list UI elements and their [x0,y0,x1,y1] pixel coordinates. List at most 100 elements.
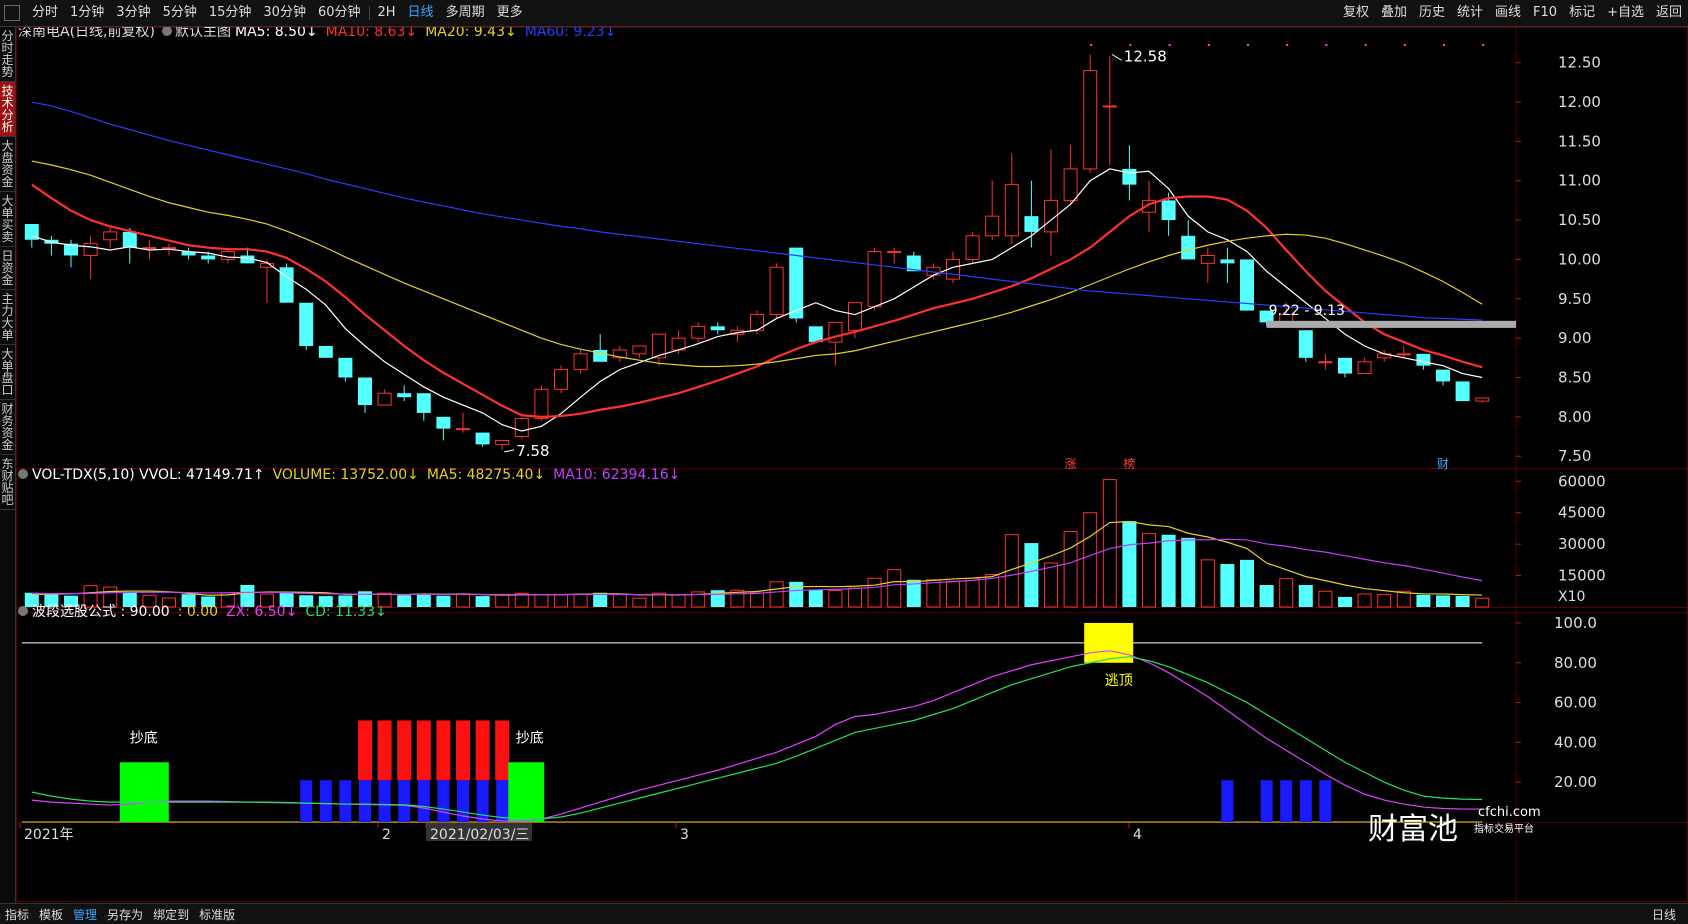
candle[interactable] [279,263,294,303]
period-tab[interactable]: 60分钟 [312,0,367,26]
candle[interactable] [652,333,666,366]
candle[interactable] [1200,247,1215,284]
candle[interactable] [1004,153,1019,244]
toolbar-action-button[interactable]: 叠加 [1375,0,1413,26]
candle[interactable] [1063,145,1078,205]
candle[interactable] [416,393,431,421]
candle[interactable] [1357,357,1372,375]
toolbar-action-button[interactable]: 统计 [1451,0,1489,26]
period-tab[interactable]: 5分钟 [157,0,203,26]
candle[interactable] [612,346,627,362]
candle-body [1063,168,1078,201]
candle[interactable] [1044,149,1058,256]
candle[interactable] [1338,357,1352,378]
bottom-tab[interactable]: 模板 [34,906,68,923]
x-axis-label: 2021/02/03/三 [430,827,529,843]
toolbar-action-button[interactable]: 历史 [1413,0,1451,26]
template-menu-icon[interactable] [162,27,172,36]
period-tab[interactable]: 多周期 [440,0,491,26]
bottom-tab[interactable]: 另存为 [102,906,148,923]
candle[interactable] [887,247,902,264]
signal-bar-red [358,720,372,781]
candle[interactable] [1220,247,1235,284]
period-tab[interactable]: 日线 [402,0,440,26]
candle[interactable] [514,416,529,439]
candle[interactable] [318,346,333,358]
candle[interactable] [299,302,314,350]
bottom-tab[interactable]: 指标 [0,906,34,923]
candle[interactable] [377,389,392,406]
candle[interactable] [495,439,510,450]
candle[interactable] [554,365,568,394]
volume-bar [1181,537,1196,607]
period-tab[interactable]: 更多 [491,0,529,26]
candle[interactable] [691,322,706,343]
toolbar-action-button[interactable]: 标记 [1563,0,1601,26]
volume-bar [1122,521,1137,607]
candle[interactable] [828,321,843,366]
candle[interactable] [867,247,882,311]
candle[interactable] [1318,353,1333,370]
candle[interactable] [338,357,353,382]
bottom-tab[interactable]: 标准版 [194,906,240,923]
volume-menu-icon[interactable] [18,469,28,479]
sidebar-tab[interactable]: 大盘资金 [0,137,15,192]
kline-chart[interactable]: 9.22 - 9.13 12.58 7.58 涨 榜 财 抄底 抄底 逃顶 12.50 12.0… [16,27,1688,902]
sidebar-tab[interactable]: 技术分析 [0,82,15,137]
candle[interactable] [1298,330,1313,362]
period-tab[interactable]: 30分钟 [257,0,312,26]
period-tab[interactable]: 15分钟 [203,0,258,26]
candle[interactable] [710,322,725,335]
candle-body [691,325,706,339]
toolbar-action-button[interactable]: +自选 [1601,0,1650,26]
candle[interactable] [730,326,745,343]
candle[interactable] [632,345,647,358]
candle[interactable] [103,227,118,248]
candle[interactable] [985,180,1000,240]
bottom-tab[interactable]: 管理 [68,906,102,923]
sidebar-tab[interactable]: 分时走势 [0,27,15,82]
candle-body [1102,105,1117,108]
candle[interactable] [456,412,470,433]
toolbar-action-button[interactable]: 画线 [1489,0,1527,26]
candle[interactable] [1102,56,1117,165]
candle[interactable] [1396,346,1411,358]
candle[interactable] [1024,180,1039,248]
toolbar-action-button[interactable]: F10 [1527,0,1563,26]
grid-icon[interactable] [4,5,20,21]
sidebar-tab[interactable]: 大单盘口 [0,345,15,400]
candle[interactable] [83,235,98,280]
candle[interactable] [436,416,451,441]
candle[interactable] [181,247,196,260]
candle[interactable] [1455,381,1470,402]
sidebar-tab[interactable]: 财务资金 [0,400,15,455]
bottom-tab[interactable]: 绑定到 [148,906,194,923]
candle[interactable] [397,385,412,402]
sidebar-tab[interactable]: 日资金 [0,247,15,290]
candle[interactable] [1475,397,1490,403]
volume-bar [1318,590,1333,608]
candle[interactable] [965,231,980,264]
candle[interactable] [1436,369,1450,386]
candle[interactable] [44,235,59,256]
sidebar-tab[interactable]: 大单买卖 [0,192,15,247]
period-tab[interactable]: 2H [372,0,402,26]
volume-bar [1455,595,1470,607]
candle[interactable] [769,263,784,319]
candle[interactable] [1083,54,1098,173]
candle[interactable] [593,334,608,362]
indicator-menu-icon[interactable] [18,606,28,616]
candle[interactable] [358,377,372,413]
sidebar-tab[interactable]: 主力大单 [0,290,15,345]
period-tab[interactable]: 3分钟 [110,0,156,26]
candle[interactable] [573,349,588,374]
sidebar-tab[interactable]: 东财贴吧 [0,455,15,510]
toolbar-action-button[interactable]: 返回 [1650,0,1688,26]
candle[interactable] [906,251,921,272]
candle[interactable] [475,432,490,447]
candle[interactable] [24,224,39,248]
period-tab[interactable]: 1分钟 [64,0,110,26]
candle[interactable] [1181,220,1196,260]
period-tab[interactable]: 分时 [26,0,64,26]
toolbar-action-button[interactable]: 复权 [1337,0,1375,26]
